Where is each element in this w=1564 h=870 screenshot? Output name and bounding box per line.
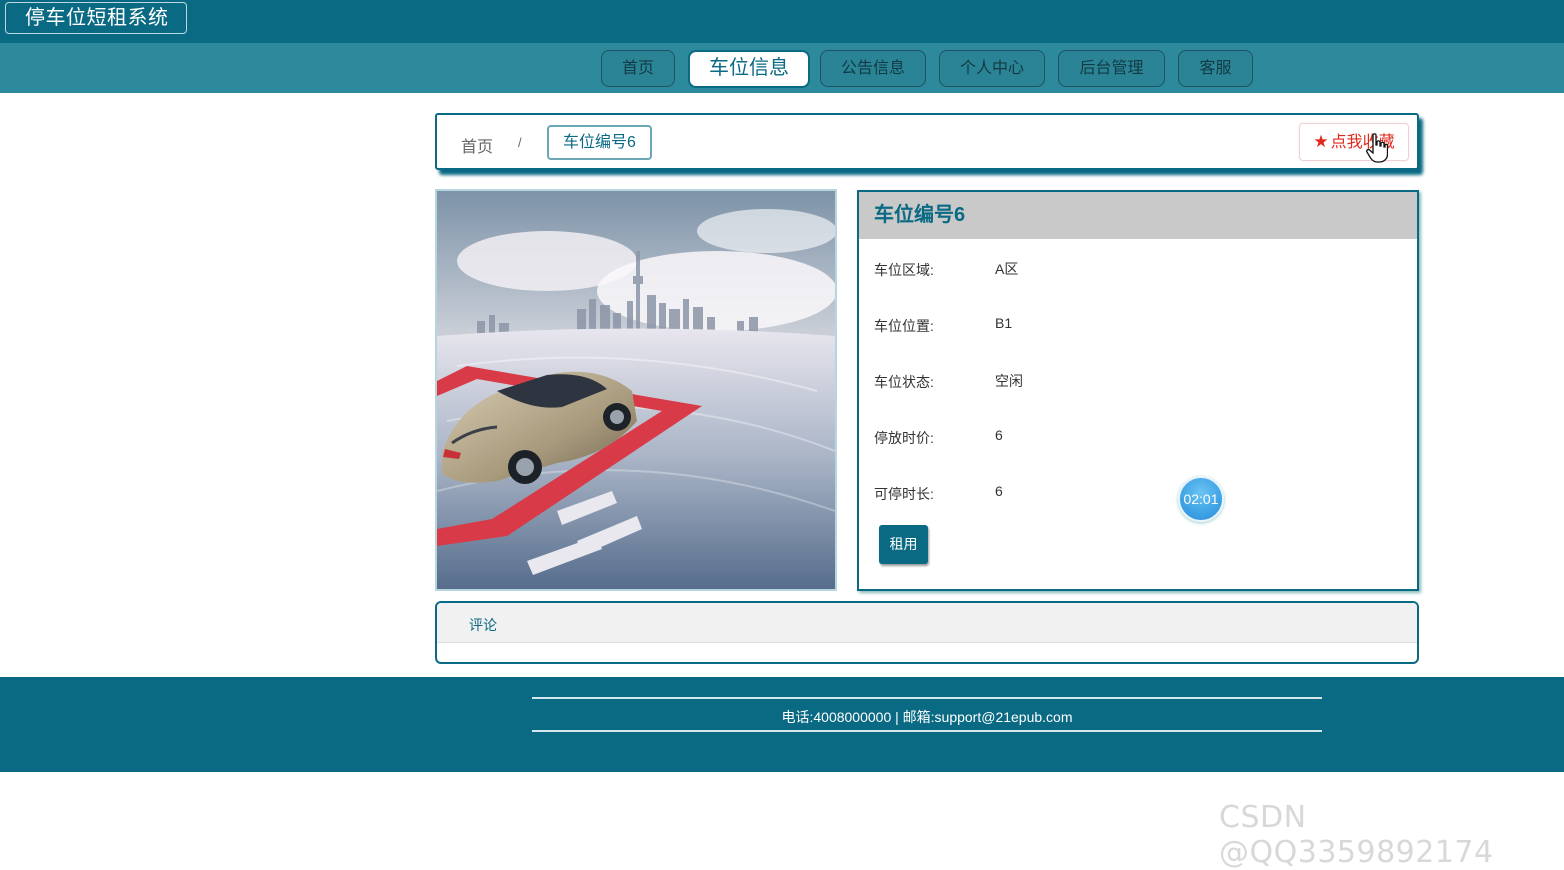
max-duration-label: 可停时长:	[874, 486, 934, 502]
area-value: A区	[995, 261, 1019, 277]
status-value: 空闲	[995, 373, 1023, 389]
location-value: B1	[995, 315, 1013, 331]
detail-title: 车位编号6	[859, 192, 1417, 239]
hourly-price-value: 6	[995, 427, 1003, 443]
car-on-parking-space-image	[437, 191, 835, 589]
comments-panel: 评论	[435, 601, 1419, 664]
footer-divider-bottom	[532, 730, 1322, 732]
breadcrumb: 首页 / 车位编号6 ★ 点我收藏	[435, 113, 1419, 170]
parking-space-photo	[435, 189, 837, 591]
max-duration-value: 6	[995, 483, 1003, 499]
footer: 电话:4008000000 | 邮箱:support@21epub.com	[0, 677, 1564, 772]
breadcrumb-home-link[interactable]: 首页	[461, 133, 493, 157]
comments-header: 评论	[437, 603, 1417, 643]
breadcrumb-separator: /	[518, 135, 522, 150]
nav-customer-service[interactable]: 客服	[1178, 50, 1253, 87]
rent-button[interactable]: 租用	[879, 525, 928, 564]
hand-pointer-icon	[1366, 133, 1388, 163]
hourly-price-label: 停放时价:	[874, 430, 934, 446]
breadcrumb-current: 车位编号6	[547, 125, 652, 160]
favorite-button[interactable]: ★ 点我收藏	[1299, 123, 1409, 161]
location-label: 车位位置:	[874, 318, 934, 334]
watermark: CSDN @QQ3359892174	[1219, 800, 1494, 870]
nav-parking-info[interactable]: 车位信息	[688, 50, 810, 88]
top-header: 停车位短租系统	[0, 0, 1564, 43]
area-label: 车位区域:	[874, 262, 934, 278]
footer-contact: 电话:4008000000 | 邮箱:support@21epub.com	[781, 709, 1073, 725]
parking-detail-card: 车位编号6 车位区域: A区 车位位置: B1 车位状态: 空闲 停放时价: 6…	[857, 190, 1419, 591]
nav-personal-center[interactable]: 个人中心	[939, 50, 1045, 87]
nav-announcements[interactable]: 公告信息	[820, 50, 926, 87]
floating-timer[interactable]: 02:01	[1178, 476, 1224, 522]
site-title[interactable]: 停车位短租系统	[5, 2, 187, 34]
status-label: 车位状态:	[874, 374, 934, 390]
comments-tab[interactable]: 评论	[469, 615, 497, 635]
nav-home[interactable]: 首页	[601, 50, 675, 87]
footer-divider-top	[532, 697, 1322, 699]
main-nav: 首页 车位信息 公告信息 个人中心 后台管理 客服	[0, 43, 1564, 93]
star-icon: ★	[1313, 132, 1329, 151]
nav-admin[interactable]: 后台管理	[1058, 50, 1165, 87]
